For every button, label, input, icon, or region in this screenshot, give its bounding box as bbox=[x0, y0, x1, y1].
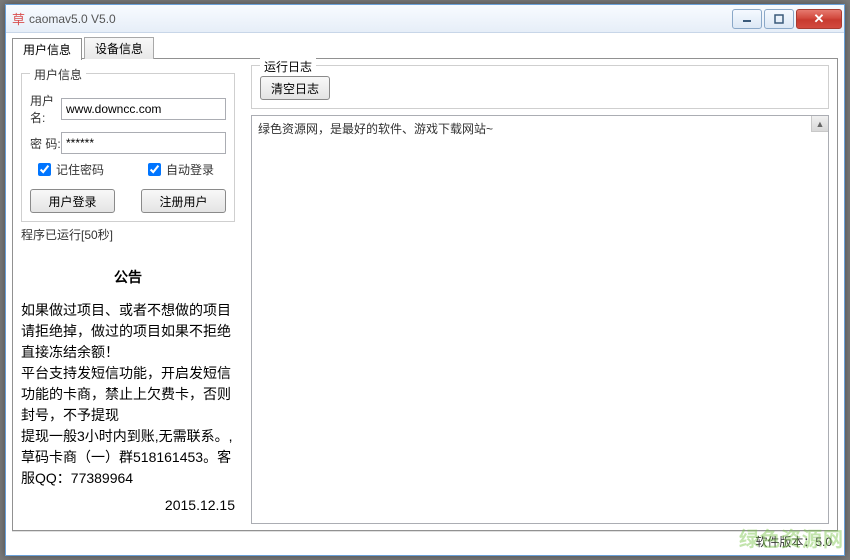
password-input[interactable] bbox=[61, 132, 226, 154]
clear-log-button[interactable]: 清空日志 bbox=[260, 76, 330, 100]
password-label: 密 码: bbox=[30, 135, 61, 152]
scroll-up-icon[interactable]: ▲ bbox=[811, 116, 828, 132]
maximize-button[interactable] bbox=[764, 9, 794, 29]
log-textarea[interactable]: 绿色资源网，是最好的软件、游戏下载网站~ ▲ bbox=[251, 115, 829, 524]
remember-password-label: 记住密码 bbox=[56, 161, 104, 178]
app-icon: 草 bbox=[12, 9, 25, 28]
window-title: caomav5.0 V5.0 bbox=[29, 12, 116, 26]
notice-panel: 公告 如果做过项目、或者不想做的项目请拒绝掉，做过的项目如果不拒绝直接冻结余额！… bbox=[21, 261, 235, 516]
tab-user-info[interactable]: 用户信息 bbox=[12, 38, 82, 60]
right-panel: 运行日志 清空日志 绿色资源网，是最好的软件、游戏下载网站~ ▲ bbox=[243, 59, 837, 530]
login-group-legend: 用户信息 bbox=[30, 66, 86, 83]
notice-body: 如果做过项目、或者不想做的项目请拒绝掉，做过的项目如果不拒绝直接冻结余额！ 平台… bbox=[21, 300, 235, 489]
log-group: 运行日志 清空日志 bbox=[251, 65, 829, 109]
tab-device-info[interactable]: 设备信息 bbox=[84, 37, 154, 59]
tab-strip: 用户信息 设备信息 bbox=[12, 37, 838, 59]
username-input[interactable] bbox=[61, 98, 226, 120]
login-group: 用户信息 用户名: 密 码: 记住密码 自动登录 用户登录 bbox=[21, 73, 235, 222]
left-panel: 用户信息 用户名: 密 码: 记住密码 自动登录 用户登录 bbox=[13, 59, 243, 530]
notice-date: 2015.12.15 bbox=[21, 495, 235, 516]
autologin-checkbox[interactable]: 自动登录 bbox=[144, 160, 214, 179]
remember-password-checkbox[interactable]: 记住密码 bbox=[34, 160, 104, 179]
autologin-box[interactable] bbox=[148, 163, 161, 176]
version-label: 软件版本：5.0 bbox=[755, 533, 832, 550]
minimize-button[interactable] bbox=[732, 9, 762, 29]
tab-content: 用户信息 用户名: 密 码: 记住密码 自动登录 用户登录 bbox=[12, 58, 838, 531]
close-button[interactable]: ✕ bbox=[796, 9, 842, 29]
notice-title: 公告 bbox=[21, 267, 235, 288]
app-window: 草 caomav5.0 V5.0 ✕ 用户信息 设备信息 用户信息 用户名: 密… bbox=[5, 4, 845, 556]
runtime-status: 程序已运行[50秒] bbox=[21, 226, 235, 243]
remember-password-box[interactable] bbox=[38, 163, 51, 176]
log-content: 绿色资源网，是最好的软件、游戏下载网站~ bbox=[258, 120, 822, 137]
username-label: 用户名: bbox=[30, 92, 61, 126]
footer: 软件版本：5.0 bbox=[12, 531, 838, 551]
register-button[interactable]: 注册用户 bbox=[141, 189, 226, 213]
titlebar: 草 caomav5.0 V5.0 ✕ bbox=[6, 5, 844, 33]
autologin-label: 自动登录 bbox=[166, 161, 214, 178]
login-button[interactable]: 用户登录 bbox=[30, 189, 115, 213]
log-group-legend: 运行日志 bbox=[260, 58, 316, 75]
